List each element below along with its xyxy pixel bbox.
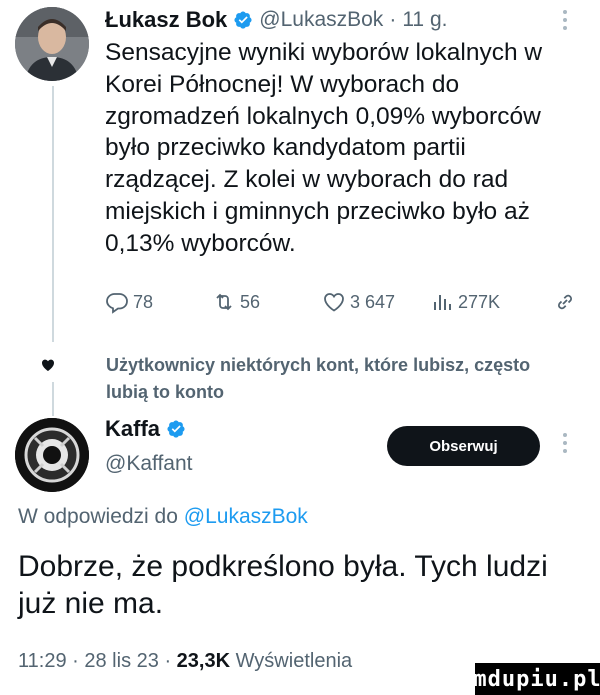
tweet-header: Łukasz Bok @LukaszBok · 11 g. bbox=[105, 6, 575, 34]
more-options-icon[interactable] bbox=[563, 10, 569, 34]
tweet-actions: 78 56 3 647 277K bbox=[105, 290, 575, 320]
tweet[interactable]: Łukasz Bok @LukaszBok · 11 g. Sensacyjne… bbox=[105, 6, 575, 260]
more-options-icon[interactable] bbox=[563, 433, 569, 457]
verified-badge-icon[interactable] bbox=[233, 10, 253, 30]
tweet-text: Dobrze, że podkreślono była. Tych ludzi … bbox=[18, 550, 548, 620]
reply-prefix: W odpowiedzi do bbox=[18, 505, 184, 528]
author-name[interactable]: Łukasz Bok bbox=[105, 6, 227, 34]
replying-to: W odpowiedzi do @LukaszBok bbox=[18, 505, 308, 529]
retweet-count: 56 bbox=[240, 291, 261, 312]
share-button[interactable] bbox=[553, 290, 577, 314]
retweet-button[interactable]: 56 bbox=[212, 290, 260, 314]
author-handle[interactable]: @LukaszBok bbox=[259, 6, 383, 34]
verified-badge-icon[interactable] bbox=[166, 419, 186, 439]
separator: · bbox=[164, 650, 172, 672]
avatar[interactable] bbox=[15, 418, 89, 492]
author-name[interactable]: Kaffa bbox=[105, 416, 160, 442]
thread-line bbox=[52, 86, 54, 342]
avatar[interactable] bbox=[15, 7, 89, 81]
reply-button[interactable]: 78 bbox=[105, 290, 153, 314]
author-handle[interactable]: @Kaffant bbox=[105, 452, 193, 476]
heart-icon bbox=[324, 293, 344, 312]
tweet-time[interactable]: 11:29 bbox=[18, 650, 67, 672]
separator: · bbox=[72, 650, 79, 672]
heart-icon bbox=[42, 359, 54, 371]
tweet-text: Sensacyjne wyniki wyborów lokalnych w Ko… bbox=[105, 39, 543, 257]
views-count: 277K bbox=[458, 291, 501, 312]
reply-icon bbox=[106, 293, 128, 314]
share-link-icon bbox=[558, 294, 572, 310]
views-button[interactable]: 277K bbox=[430, 290, 500, 314]
tweet-meta: 11:29 · 28 lis 23 · 23,3K Wyświetlenia bbox=[18, 650, 352, 673]
recommendation-text: Użytkownicy niektórych kont, które lubis… bbox=[106, 355, 531, 402]
avatar-photo bbox=[15, 7, 89, 81]
analytics-icon bbox=[434, 295, 451, 310]
timestamp[interactable]: 11 g. bbox=[402, 6, 447, 34]
avatar-photo bbox=[15, 418, 89, 492]
tweet-date[interactable]: 28 lis 23 bbox=[84, 650, 159, 672]
like-button[interactable]: 3 647 bbox=[322, 290, 395, 314]
retweet-icon bbox=[216, 293, 232, 311]
like-count: 3 647 bbox=[350, 291, 396, 312]
views-count: 23,3K bbox=[176, 650, 231, 672]
author-name-row: Kaffa bbox=[105, 416, 192, 442]
thread-line bbox=[52, 382, 54, 416]
separator: · bbox=[389, 8, 397, 31]
follow-button[interactable]: Obserwuj bbox=[387, 426, 540, 466]
mention-link[interactable]: @LukaszBok bbox=[184, 505, 308, 528]
watermark-logo: mdupiu.pl bbox=[473, 663, 600, 695]
reply-count: 78 bbox=[133, 291, 154, 312]
views-label: Wyświetlenia bbox=[235, 650, 353, 672]
